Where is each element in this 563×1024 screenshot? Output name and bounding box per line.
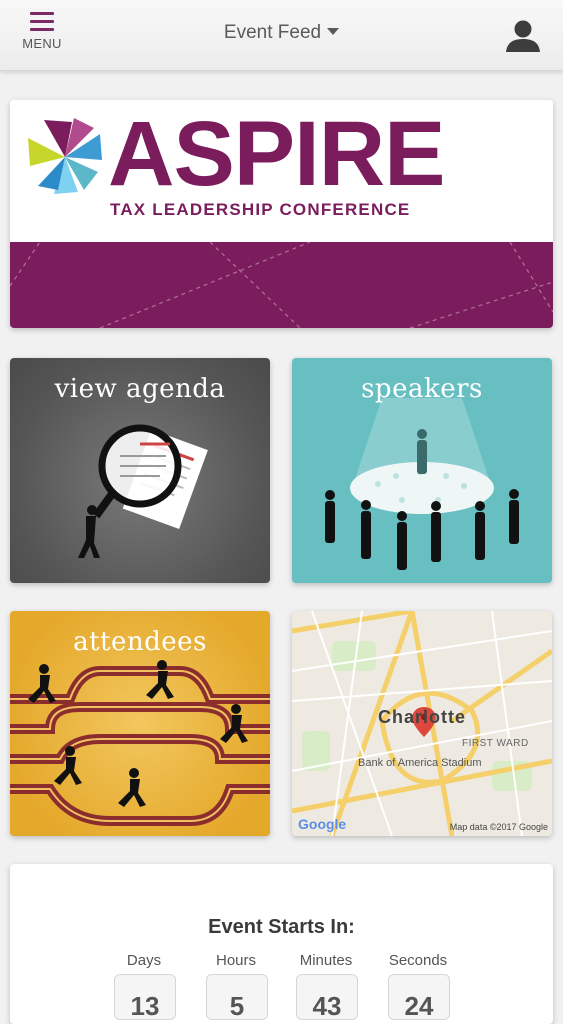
map-landmark-label: Bank of America Stadium: [358, 757, 482, 769]
speakers-tile[interactable]: speakers: [292, 358, 552, 583]
countdown-title: Event Starts In:: [208, 916, 355, 938]
view-agenda-tile[interactable]: view agenda: [10, 358, 270, 583]
user-avatar-icon: [506, 20, 540, 52]
spotlight-stage-icon: [325, 398, 519, 570]
banner-logo-subtitle: TAX LEADERSHIP CONFERENCE: [110, 200, 411, 219]
profile-button[interactable]: [501, 14, 545, 58]
map-city-label: Charlotte: [378, 707, 467, 727]
running-track-icon: [10, 660, 270, 826]
countdown-days-value: 13: [114, 974, 176, 1021]
map-district-label: FIRST WARD: [462, 738, 529, 749]
top-app-bar: MENU Event Feed: [0, 0, 563, 71]
banner-logo-word: ASPIRE: [108, 103, 446, 205]
countdown-hours-value: 5: [206, 974, 268, 1021]
feed-selector-dropdown[interactable]: Event Feed: [0, 22, 563, 44]
magnifier-document-icon: [78, 424, 208, 558]
aspire-logo-mark-icon: [28, 118, 102, 194]
countdown-minutes-value: 43: [296, 974, 358, 1021]
countdown-hours-label: Hours: [215, 952, 256, 969]
countdown-seconds-label: Seconds: [388, 952, 448, 969]
countdown-days-label: Days: [126, 952, 162, 969]
banner-pattern: [10, 241, 553, 328]
caret-down-icon: [327, 28, 340, 35]
venue-map-tile[interactable]: Charlotte FIRST WARD Bank of America Sta…: [292, 611, 552, 836]
map-credit: Map data ©2017 Google: [449, 822, 548, 832]
countdown-seconds-value: 24: [388, 974, 450, 1021]
attendees-tile[interactable]: attendees: [10, 611, 270, 836]
page-title: Event Feed: [223, 22, 322, 43]
banner-stripe: [10, 241, 553, 328]
map-provider-logo: Google: [298, 816, 347, 832]
countdown-minutes-label: Minutes: [299, 952, 353, 969]
countdown-card: Event Starts In: Days Hours Minutes Seco…: [10, 864, 553, 1024]
